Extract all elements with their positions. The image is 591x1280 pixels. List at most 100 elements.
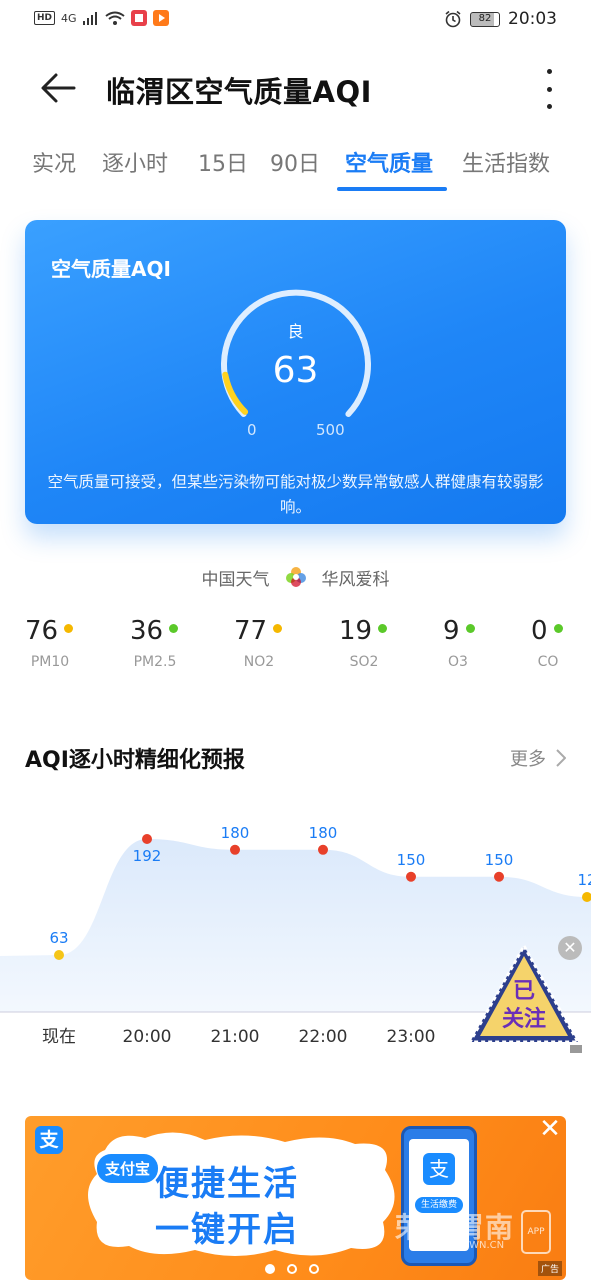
- partner-logo-icon: [285, 567, 306, 587]
- pollutant-pm10[interactable]: 76 PM10: [25, 616, 115, 670]
- pollutant-value: 19: [339, 616, 373, 646]
- pollutant-value: 77: [234, 616, 268, 646]
- chart-point: [406, 871, 416, 882]
- pollutant-name: PM10: [30, 654, 70, 670]
- more-dot: [546, 104, 552, 109]
- chart-value-label: 150: [485, 851, 514, 869]
- pollutant-value: 76: [25, 616, 59, 646]
- hd-badge: HD: [34, 11, 56, 25]
- tab-hourly[interactable]: 逐小时: [102, 146, 168, 178]
- gauge-min-label: 0: [247, 421, 257, 439]
- chart-point: [494, 871, 504, 882]
- status-bar-left: HD 4G: [34, 10, 169, 26]
- ad-phone-alipay-icon: 支: [423, 1153, 455, 1185]
- tab-bar: 实况 逐小时 15日 90日 空气质量 生活指数: [0, 146, 591, 194]
- aqi-card: 空气质量AQI 良 63 0 500 空气质量可接受，但某些污染物可能对极少数异…: [25, 220, 566, 524]
- more-options-button[interactable]: [541, 69, 557, 109]
- badge-text-line1: 已: [513, 979, 535, 1004]
- wifi-icon: [104, 11, 125, 25]
- app-icon: APP: [521, 1210, 551, 1254]
- chart-value-label: 180: [221, 824, 250, 842]
- ad-headline-2: 一键开启: [155, 1210, 299, 1250]
- status-bar: HD 4G 82 20:03: [0, 0, 591, 40]
- more-dot: [546, 69, 552, 74]
- close-badge-button[interactable]: ✕: [558, 936, 582, 960]
- clock: 20:03: [508, 9, 557, 29]
- pollutant-name: CO: [537, 654, 559, 670]
- ad-banner[interactable]: 支 支付宝 便捷生活 一键开启 支 生活缴费 荣耀渭南 WWW.YEWN.CN …: [25, 1116, 566, 1280]
- chart-value-label: 192: [133, 847, 162, 865]
- carousel-indicator: [265, 1264, 319, 1274]
- aqi-level: 良: [287, 322, 304, 341]
- chart-value-label: 63: [49, 929, 68, 947]
- tab-15day[interactable]: 15日: [198, 146, 248, 178]
- pollutant-no2[interactable]: 77 NO2: [234, 616, 324, 670]
- battery-indicator: 82: [470, 11, 500, 27]
- chart-time-label: 21:00: [211, 1027, 260, 1047]
- source-provider: 中国天气: [201, 569, 270, 590]
- pollutant-value: 36: [130, 616, 164, 646]
- ad-brand-badge: 支付宝: [97, 1154, 159, 1183]
- carousel-dot[interactable]: [287, 1264, 297, 1274]
- pollutant-name: O3: [448, 654, 468, 670]
- chart-value-label: 180: [309, 824, 338, 842]
- pollutant-status-dot: [273, 624, 283, 633]
- small-ad-marker: [570, 1045, 582, 1053]
- more-label: 更多: [510, 749, 546, 770]
- pollutant-status-dot: [553, 624, 563, 633]
- app-notification-icon: [130, 10, 147, 26]
- watermark-url: WWW.YEWN.CN: [425, 1240, 505, 1251]
- pollutant-status-dot: [64, 624, 74, 633]
- active-tab-indicator: [337, 187, 447, 191]
- source-partner: 华风爱科: [321, 569, 390, 590]
- ad-label: 广告: [537, 1261, 562, 1276]
- chart-point: [318, 844, 328, 855]
- pollutant-so2[interactable]: 19 SO2: [339, 616, 429, 670]
- back-button[interactable]: [36, 65, 82, 111]
- pollutant-status-dot: [169, 624, 179, 633]
- alipay-logo-icon: 支: [35, 1126, 63, 1154]
- chart-value-label: 150: [397, 851, 426, 869]
- video-app-icon: [152, 10, 169, 26]
- signal-icon: [82, 12, 97, 25]
- forecast-title: AQI逐小时精细化预报: [25, 748, 245, 773]
- pollutant-co[interactable]: 0 CO: [531, 616, 591, 670]
- pollutant-pm25[interactable]: 36 PM2.5: [130, 616, 220, 670]
- chevron-right-icon: [556, 749, 566, 767]
- aqi-card-title: 空气质量AQI: [51, 257, 171, 281]
- chart-point: [142, 834, 152, 844]
- pollutant-status-dot: [378, 624, 388, 633]
- chart-time-label: 23:00: [387, 1027, 436, 1047]
- tab-90day[interactable]: 90日: [270, 146, 320, 178]
- status-bar-right: 82 20:03: [444, 9, 557, 29]
- pollutant-list: 76 PM10 36 PM2.5 77 NO2 19 SO2 9 O3 0 CO: [0, 616, 591, 686]
- aqi-description: 空气质量可接受，但某些污染物可能对极少数异常敏感人群健康有较弱影响。: [47, 473, 544, 516]
- chart-time-label: 20:00: [123, 1027, 172, 1047]
- carousel-dot[interactable]: [265, 1264, 275, 1274]
- aqi-value: 63: [272, 350, 319, 391]
- chart-value-label: 12: [577, 871, 591, 889]
- forecast-more-link[interactable]: 更多: [510, 745, 566, 771]
- pollutant-status-dot: [465, 624, 475, 633]
- pollutant-value: 0: [531, 616, 548, 646]
- tab-life-index[interactable]: 生活指数: [462, 146, 550, 178]
- tab-live[interactable]: 实况: [32, 146, 76, 178]
- pollutant-name: PM2.5: [133, 654, 177, 670]
- carousel-dot[interactable]: [309, 1264, 319, 1274]
- chart-time-label: 22:00: [299, 1027, 348, 1047]
- network-type: 4G: [61, 11, 77, 25]
- pollutant-name: SO2: [349, 654, 379, 670]
- pollutant-value: 9: [443, 616, 460, 646]
- data-sources: 中国天气 华风爱科: [0, 563, 591, 591]
- badge-text-line2: 关注: [502, 1006, 546, 1032]
- chart-point: [54, 950, 64, 960]
- pollutant-name: NO2: [243, 654, 275, 670]
- gauge-max-label: 500: [316, 421, 345, 439]
- more-dot: [546, 86, 552, 92]
- page-title: 临渭区空气质量AQI: [106, 75, 372, 109]
- tab-air-quality[interactable]: 空气质量: [345, 146, 433, 178]
- chart-time-labels: 现在 20:00 21:00 22:00 23:00: [42, 1027, 436, 1047]
- back-arrow-icon: [41, 73, 76, 103]
- ad-close-button[interactable]: ✕: [538, 1116, 562, 1142]
- chart-point: [230, 844, 240, 855]
